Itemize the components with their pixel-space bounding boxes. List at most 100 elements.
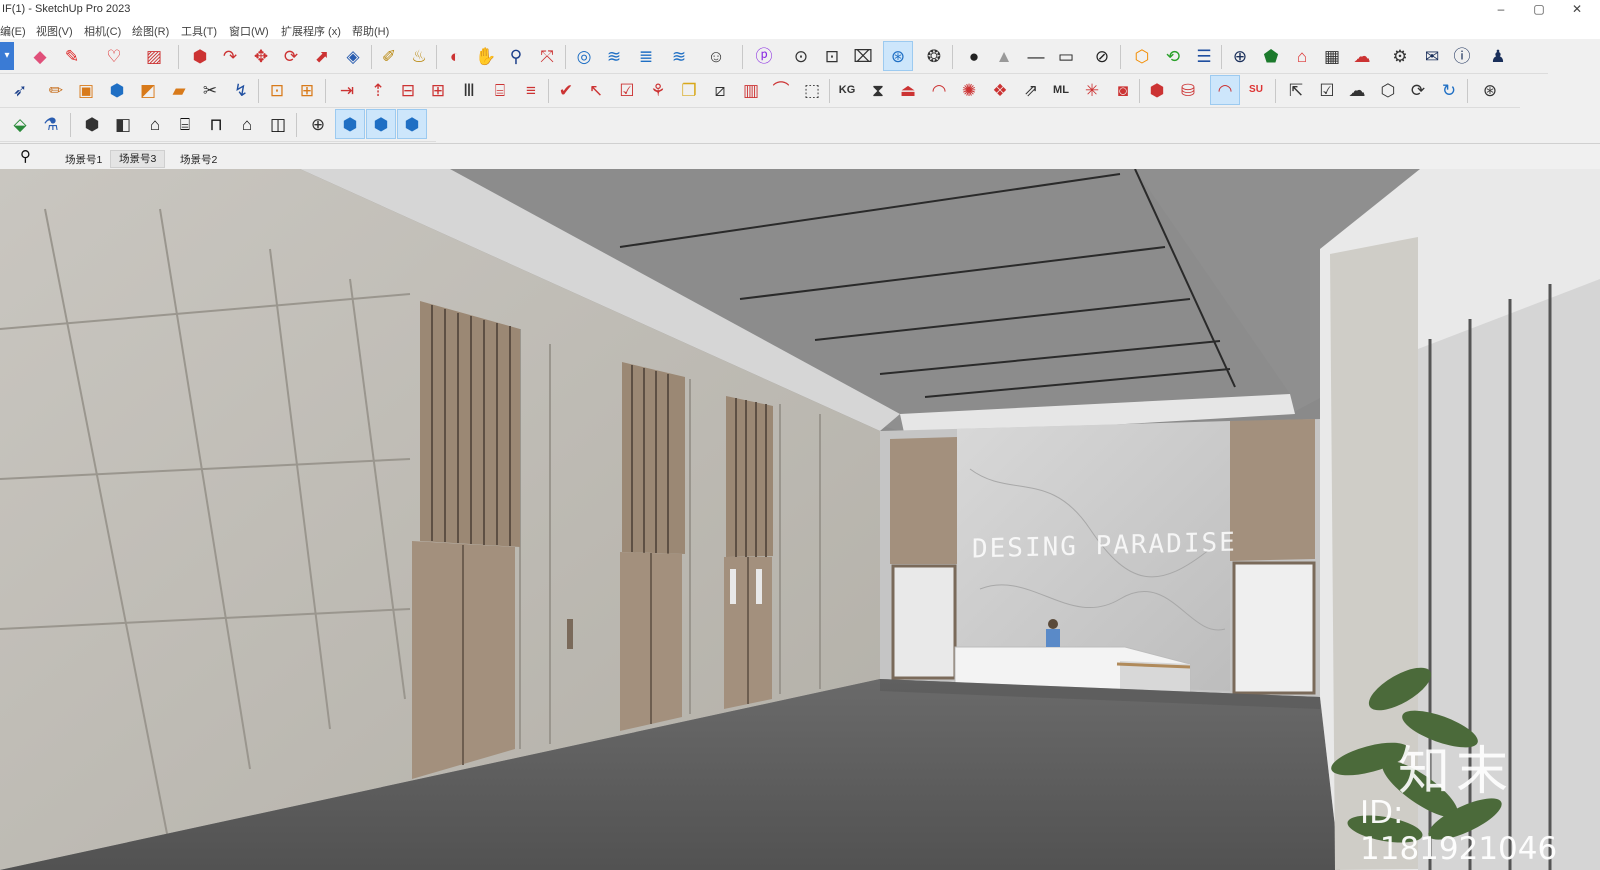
back-view-icon[interactable]: ⌸: [171, 110, 199, 138]
select-icon[interactable]: ➶: [6, 76, 34, 104]
paint-bucket-icon[interactable]: ♨: [405, 42, 433, 70]
arc-icon[interactable]: ◠: [925, 76, 953, 104]
orbit-icon[interactable]: ◐: [441, 42, 469, 70]
add-circle-icon[interactable]: ⊕: [1226, 42, 1254, 70]
refresh-blue-icon[interactable]: ↻: [1435, 76, 1463, 104]
crop-icon[interactable]: ⧄: [706, 76, 734, 104]
camera-icon[interactable]: ⊡: [818, 42, 846, 70]
plugin-p-icon[interactable]: ⓟ: [750, 42, 778, 70]
cubes-icon[interactable]: ❖: [986, 76, 1014, 104]
square-view-icon[interactable]: ◫: [264, 110, 292, 138]
warehouse-icon[interactable]: ⌂: [1288, 42, 1316, 70]
maximize-button[interactable]: ▢: [1520, 0, 1558, 19]
menu-extensions[interactable]: 扩展程序 (x): [281, 23, 341, 39]
freehand-icon[interactable]: ♡: [100, 42, 128, 70]
pan-icon[interactable]: ✋: [472, 42, 500, 70]
menu-tools[interactable]: 工具(T): [181, 23, 217, 39]
grid-icon[interactable]: ⊞: [424, 76, 452, 104]
folder-export-icon[interactable]: ⇱: [1282, 76, 1310, 104]
camera-red-icon[interactable]: ◙: [1109, 76, 1137, 104]
stairs-icon[interactable]: ⌸: [486, 76, 514, 104]
check-alt-icon[interactable]: ☑: [613, 76, 641, 104]
axis-icon[interactable]: ✳: [1078, 76, 1106, 104]
cube-blue-x-icon[interactable]: ⬢: [397, 109, 427, 139]
pencil-line-icon[interactable]: ✎: [58, 42, 86, 70]
arrow-up-icon[interactable]: ⇡: [364, 76, 392, 104]
eyedropper-icon[interactable]: ⚗: [37, 110, 65, 138]
cube-blue-alt-icon[interactable]: ⬢: [366, 109, 396, 139]
dropdown-icon[interactable]: ▾: [0, 42, 14, 70]
rectangle-icon[interactable]: ▨: [140, 42, 168, 70]
user-icon[interactable]: ☺: [702, 42, 730, 70]
follow-me-icon[interactable]: ↷: [216, 42, 244, 70]
path-icon[interactable]: ↯: [227, 76, 255, 104]
model-viewport[interactable]: DESING PARADISE 知末 ID: 1181921046: [0, 169, 1600, 870]
move-icon[interactable]: ✥: [247, 42, 275, 70]
cube-blue-icon[interactable]: ⬢: [335, 109, 365, 139]
material-icon[interactable]: ⬢: [1143, 76, 1171, 104]
minimize-button[interactable]: –: [1482, 0, 1520, 19]
brush-icon[interactable]: ◠: [1210, 75, 1240, 105]
component-icon[interactable]: ▣: [72, 76, 100, 104]
mirror-icon[interactable]: ⧗: [864, 76, 892, 104]
scale-icon[interactable]: ⬈: [308, 42, 336, 70]
ribbon-icon[interactable]: ≡: [517, 76, 545, 104]
cloud-icon[interactable]: ☁: [1343, 76, 1371, 104]
layers-square-icon[interactable]: ❐: [675, 76, 703, 104]
group-icon[interactable]: ⬢: [103, 76, 131, 104]
eraser-icon[interactable]: ◆: [26, 42, 54, 70]
offset-icon[interactable]: ◈: [339, 42, 367, 70]
chart-bars-icon[interactable]: ▥: [737, 76, 765, 104]
pencil-icon[interactable]: ✏: [42, 76, 70, 104]
scene-tab-2[interactable]: 场景号2: [180, 152, 217, 167]
bucket-red-icon[interactable]: ⛁: [1174, 76, 1202, 104]
side-view-icon[interactable]: ⊓: [202, 110, 230, 138]
check-icon[interactable]: ✔: [552, 76, 580, 104]
push-pull-icon[interactable]: ⬢: [186, 42, 214, 70]
stack-orange-icon[interactable]: ☰: [1190, 42, 1218, 70]
ml-icon[interactable]: ML: [1047, 76, 1075, 104]
layout-icon[interactable]: ⬡: [1128, 42, 1156, 70]
frame-icon[interactable]: ⊟: [394, 76, 422, 104]
stack-alt-icon[interactable]: ≣: [632, 42, 660, 70]
tree-icon[interactable]: ⬟: [1257, 42, 1285, 70]
zoom-icon[interactable]: ⚲: [502, 42, 530, 70]
dot-icon[interactable]: ●: [960, 42, 988, 70]
tape-measure-icon[interactable]: ✐: [375, 42, 403, 70]
menu-help[interactable]: 帮助(H): [352, 23, 389, 39]
settings-icon[interactable]: ⚙: [1386, 42, 1414, 70]
cube-outline-icon[interactable]: ⬡: [1374, 76, 1402, 104]
curve-icon[interactable]: ⌒: [767, 76, 795, 104]
camera-orbit-icon[interactable]: ⊙: [787, 42, 815, 70]
select-rect-icon[interactable]: ⬚: [798, 76, 826, 104]
front-view-icon[interactable]: ◧: [109, 110, 137, 138]
scissors-icon[interactable]: ✂: [196, 76, 224, 104]
cloud-upload-icon[interactable]: ☁: [1348, 42, 1376, 70]
texture-icon[interactable]: ◩: [134, 76, 162, 104]
dash-icon[interactable]: —: [1022, 42, 1050, 70]
close-button[interactable]: ✕: [1558, 0, 1596, 19]
checkbox-icon[interactable]: ☑: [1313, 76, 1341, 104]
eraser-orange-icon[interactable]: ▰: [165, 76, 193, 104]
box-alt-icon[interactable]: ⊞: [293, 76, 321, 104]
menu-view[interactable]: 视图(V): [36, 23, 73, 39]
target-icon[interactable]: ⊕: [304, 110, 332, 138]
triangle-icon[interactable]: ▲: [990, 42, 1018, 70]
menu-camera[interactable]: 相机(C): [84, 23, 121, 39]
cursor-help-icon[interactable]: ⊛: [883, 41, 913, 71]
home-icon[interactable]: ⌂: [141, 110, 169, 138]
extrude-icon[interactable]: ⏏: [894, 76, 922, 104]
menu-edit[interactable]: 编(E): [0, 23, 26, 39]
refresh-icon[interactable]: ⟲: [1159, 42, 1187, 70]
account-icon[interactable]: ♟: [1484, 42, 1512, 70]
box-icon[interactable]: ⊡: [263, 76, 291, 104]
hide-icon[interactable]: ⊘: [1088, 42, 1116, 70]
component-green-icon[interactable]: ⬙: [6, 110, 34, 138]
magnifier-icon[interactable]: ⚲: [20, 147, 31, 165]
square-icon[interactable]: ▭: [1052, 42, 1080, 70]
gear-red-icon[interactable]: ✺: [955, 76, 983, 104]
cursor-path-icon[interactable]: ↖: [582, 76, 610, 104]
info-icon[interactable]: ⓘ: [1448, 42, 1476, 70]
arrow-right-icon[interactable]: ⇥: [333, 76, 361, 104]
column-icon[interactable]: Ⅲ: [455, 76, 483, 104]
